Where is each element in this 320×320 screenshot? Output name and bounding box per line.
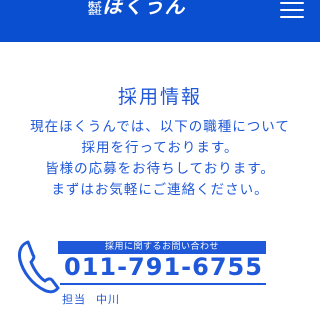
phone-number-link[interactable]: 011-791-6755	[64, 253, 263, 281]
intro-line: まずはお気軽にご連絡ください。	[51, 182, 269, 198]
logo-name: ほくうん	[102, 0, 186, 18]
person-label: 担当	[62, 293, 86, 306]
site-header: 株式会社 ほくうん	[0, 0, 320, 42]
intro-line: 現在ほくうんでは、以下の職種について	[30, 119, 290, 135]
intro-text: 現在ほくうんでは、以下の職種について 採用を行っております。 皆様の応募をお待ち…	[0, 117, 320, 201]
company-logo[interactable]: 株式会社 ほくうん	[88, 0, 186, 18]
page-title: 採用情報	[117, 86, 202, 108]
intro-line: 皆様の応募をお待ちしております。	[45, 161, 275, 177]
phone-handset-icon	[18, 240, 60, 294]
phone-underline	[60, 283, 266, 285]
person-name: 中川	[96, 293, 120, 306]
hamburger-menu-icon[interactable]	[280, 2, 304, 18]
contact-person: 担当 中川	[62, 291, 120, 307]
intro-line: 採用を行っております。	[81, 140, 239, 156]
logo-prefix: 株式会社	[88, 1, 102, 16]
